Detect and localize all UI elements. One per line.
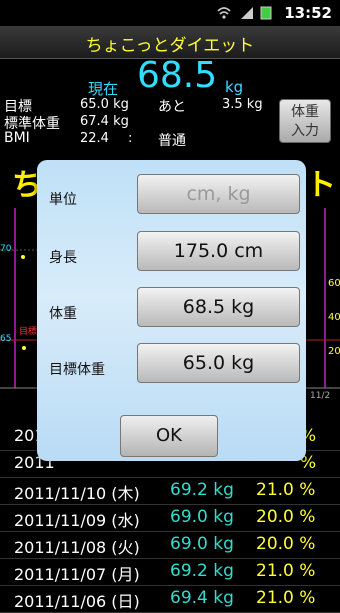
chart-point <box>21 255 25 259</box>
current-label: 現在 <box>88 80 119 98</box>
bmi-value: 22.4 <box>80 131 109 146</box>
goal-weight-label: 目標体重 <box>49 362 105 378</box>
chart-right-tick: 60 <box>328 278 340 289</box>
weight-field[interactable]: 68.5 kg <box>137 287 300 327</box>
height-field[interactable]: 175.0 cm <box>137 231 300 271</box>
current-weight: 68.5 <box>137 55 218 96</box>
history-percent: 21.0 % <box>256 588 316 608</box>
history-date: 2011/11/08 (火) <box>14 538 140 557</box>
goal-weight-field[interactable]: 65.0 kg <box>137 343 300 383</box>
goal-value: 65.0 kg <box>80 97 129 112</box>
history-date: 2011/11/09 (水) <box>14 511 140 530</box>
remaining-label: あと <box>158 99 186 115</box>
history-weight: 69.0 kg <box>170 507 234 527</box>
current-weight-unit: kg <box>225 78 244 96</box>
unit-label: 単位 <box>49 192 77 208</box>
history-percent: 20.0 % <box>256 507 316 527</box>
ok-button[interactable]: OK <box>120 415 218 457</box>
history-weight: 69.2 kg <box>170 480 234 500</box>
history-row[interactable]: 2011/11/09 (水) 69.0 kg 20.0 % <box>0 505 340 532</box>
bmi-separator: : <box>128 131 133 146</box>
chart-right-tick: 40 <box>328 312 340 323</box>
weight-label: 体重 <box>49 306 77 322</box>
chart-x-tick: 11/2 <box>310 391 331 401</box>
height-label: 身長 <box>49 250 77 266</box>
history-weight: 69.4 kg <box>170 588 234 608</box>
history-weight: 69.0 kg <box>170 534 234 554</box>
history-percent: 21.0 % <box>256 480 316 500</box>
app-title: ちょこっとダイエット <box>85 36 255 56</box>
history-date: 2011/11/06 (日) <box>14 592 140 611</box>
standard-weight-value: 67.4 kg <box>80 114 129 129</box>
background-title-right: ト <box>306 168 336 203</box>
history-percent: 20.0 % <box>256 534 316 554</box>
weight-input-button[interactable]: 体重 入力 <box>279 99 331 143</box>
chart-goal-marker: 目標 <box>19 327 38 337</box>
unit-field: cm, kg <box>137 174 300 214</box>
settings-dialog: 単位 cm, kg 身長 175.0 cm 体重 68.5 kg 目標体重 65… <box>37 160 306 461</box>
status-time: 13:52 <box>284 4 332 22</box>
history-row[interactable]: 2011/11/06 (日) 69.4 kg 21.0 % <box>0 586 340 613</box>
chart-left-tick: 65 <box>0 334 12 344</box>
wifi-icon <box>217 7 231 19</box>
bmi-status: 普通 <box>158 133 186 149</box>
signal-icon <box>241 7 253 19</box>
battery-icon <box>260 6 272 20</box>
history-weight: 69.2 kg <box>170 561 234 581</box>
bmi-label: BMI <box>4 130 30 146</box>
weight-input-button-line1: 体重 <box>291 104 319 120</box>
history-date: 2011/11/07 (月) <box>14 565 140 584</box>
history-date: 2011/11/10 (木) <box>14 484 140 503</box>
history-percent: 21.0 % <box>256 561 316 581</box>
status-bar: 13:52 <box>0 0 340 26</box>
chart-point <box>22 346 26 350</box>
weight-input-button-line2: 入力 <box>291 123 319 139</box>
chart-right-tick: 20 <box>328 346 340 357</box>
history-row[interactable]: 2011/11/07 (月) 69.2 kg 21.0 % <box>0 559 340 586</box>
remaining-value: 3.5 kg <box>222 97 263 112</box>
history-row[interactable]: 2011/11/08 (火) 69.0 kg 20.0 % <box>0 532 340 559</box>
chart-left-tick: 70 <box>0 244 12 254</box>
history-row[interactable]: 2011/11/10 (木) 69.2 kg 21.0 % <box>0 478 340 505</box>
